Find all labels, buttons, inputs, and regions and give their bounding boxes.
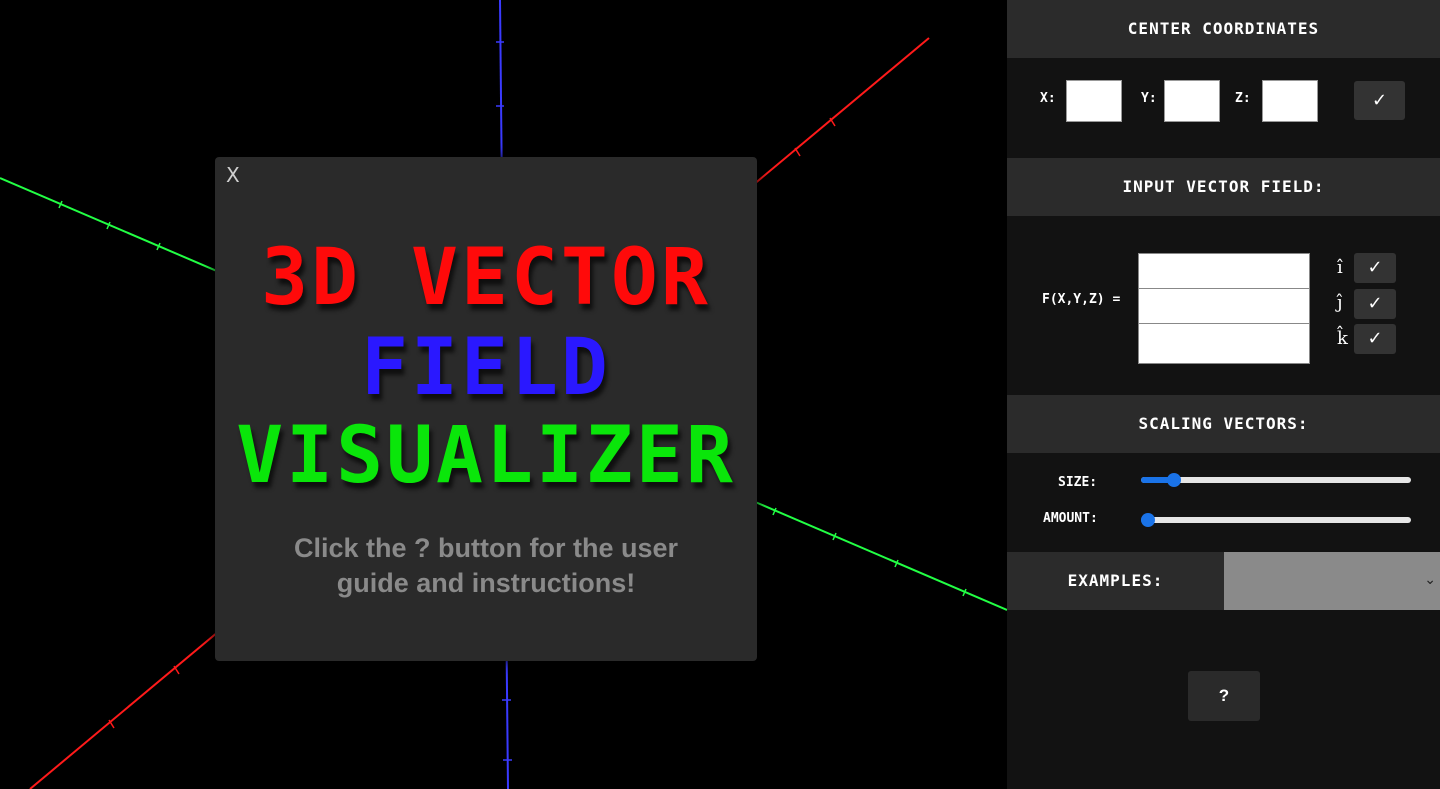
i-hat-label: î: [1337, 257, 1343, 278]
modal-close-button[interactable]: X: [226, 163, 240, 187]
3d-viewport[interactable]: X 3D VECTOR FIELD VISUALIZER Click the ?…: [0, 0, 1007, 789]
modal-title-line-1: 3D VECTOR: [261, 233, 711, 323]
size-label: SIZE:: [1058, 475, 1098, 490]
k-confirm-button[interactable]: ✓: [1354, 324, 1396, 354]
i-component-input[interactable]: [1138, 253, 1310, 289]
center-confirm-button[interactable]: ✓: [1354, 81, 1405, 120]
amount-slider-thumb[interactable]: [1141, 513, 1155, 527]
y-label: Y:: [1141, 91, 1157, 106]
welcome-modal: X 3D VECTOR FIELD VISUALIZER Click the ?…: [215, 157, 757, 661]
control-sidebar: CENTER COORDINATES X: Y: Z: ✓ INPUT VECT…: [1007, 0, 1440, 789]
j-confirm-button[interactable]: ✓: [1354, 289, 1396, 319]
modal-title-line-3: VISUALIZER: [236, 411, 736, 501]
size-slider-thumb[interactable]: [1166, 473, 1181, 487]
x-label: X:: [1040, 91, 1056, 106]
size-slider[interactable]: [1141, 473, 1411, 487]
help-button[interactable]: ?: [1188, 671, 1260, 721]
k-hat-label: k̂: [1337, 328, 1348, 349]
center-coordinates-heading: CENTER COORDINATES: [1007, 0, 1440, 58]
x-coordinate-input[interactable]: [1066, 80, 1122, 122]
i-confirm-button[interactable]: ✓: [1354, 253, 1396, 283]
chevron-down-icon: ⌄: [1424, 572, 1436, 588]
vector-field-heading: INPUT VECTOR FIELD:: [1007, 158, 1440, 216]
function-label: F(X,Y,Z) =: [1042, 292, 1121, 307]
z-label: Z:: [1235, 91, 1251, 106]
scaling-heading: SCALING VECTORS:: [1007, 395, 1440, 453]
examples-dropdown[interactable]: ⌄: [1224, 552, 1440, 610]
amount-slider[interactable]: [1141, 513, 1411, 527]
j-hat-label: ĵ: [1337, 292, 1343, 313]
y-coordinate-input[interactable]: [1164, 80, 1220, 122]
z-coordinate-input[interactable]: [1262, 80, 1318, 122]
examples-label: EXAMPLES:: [1007, 552, 1224, 610]
modal-title-line-2: FIELD: [361, 323, 611, 413]
k-component-input[interactable]: [1138, 323, 1310, 364]
modal-hint-text: Click the ? button for the user guide an…: [293, 533, 678, 598]
amount-label: AMOUNT:: [1043, 511, 1098, 526]
j-component-input[interactable]: [1138, 288, 1310, 324]
